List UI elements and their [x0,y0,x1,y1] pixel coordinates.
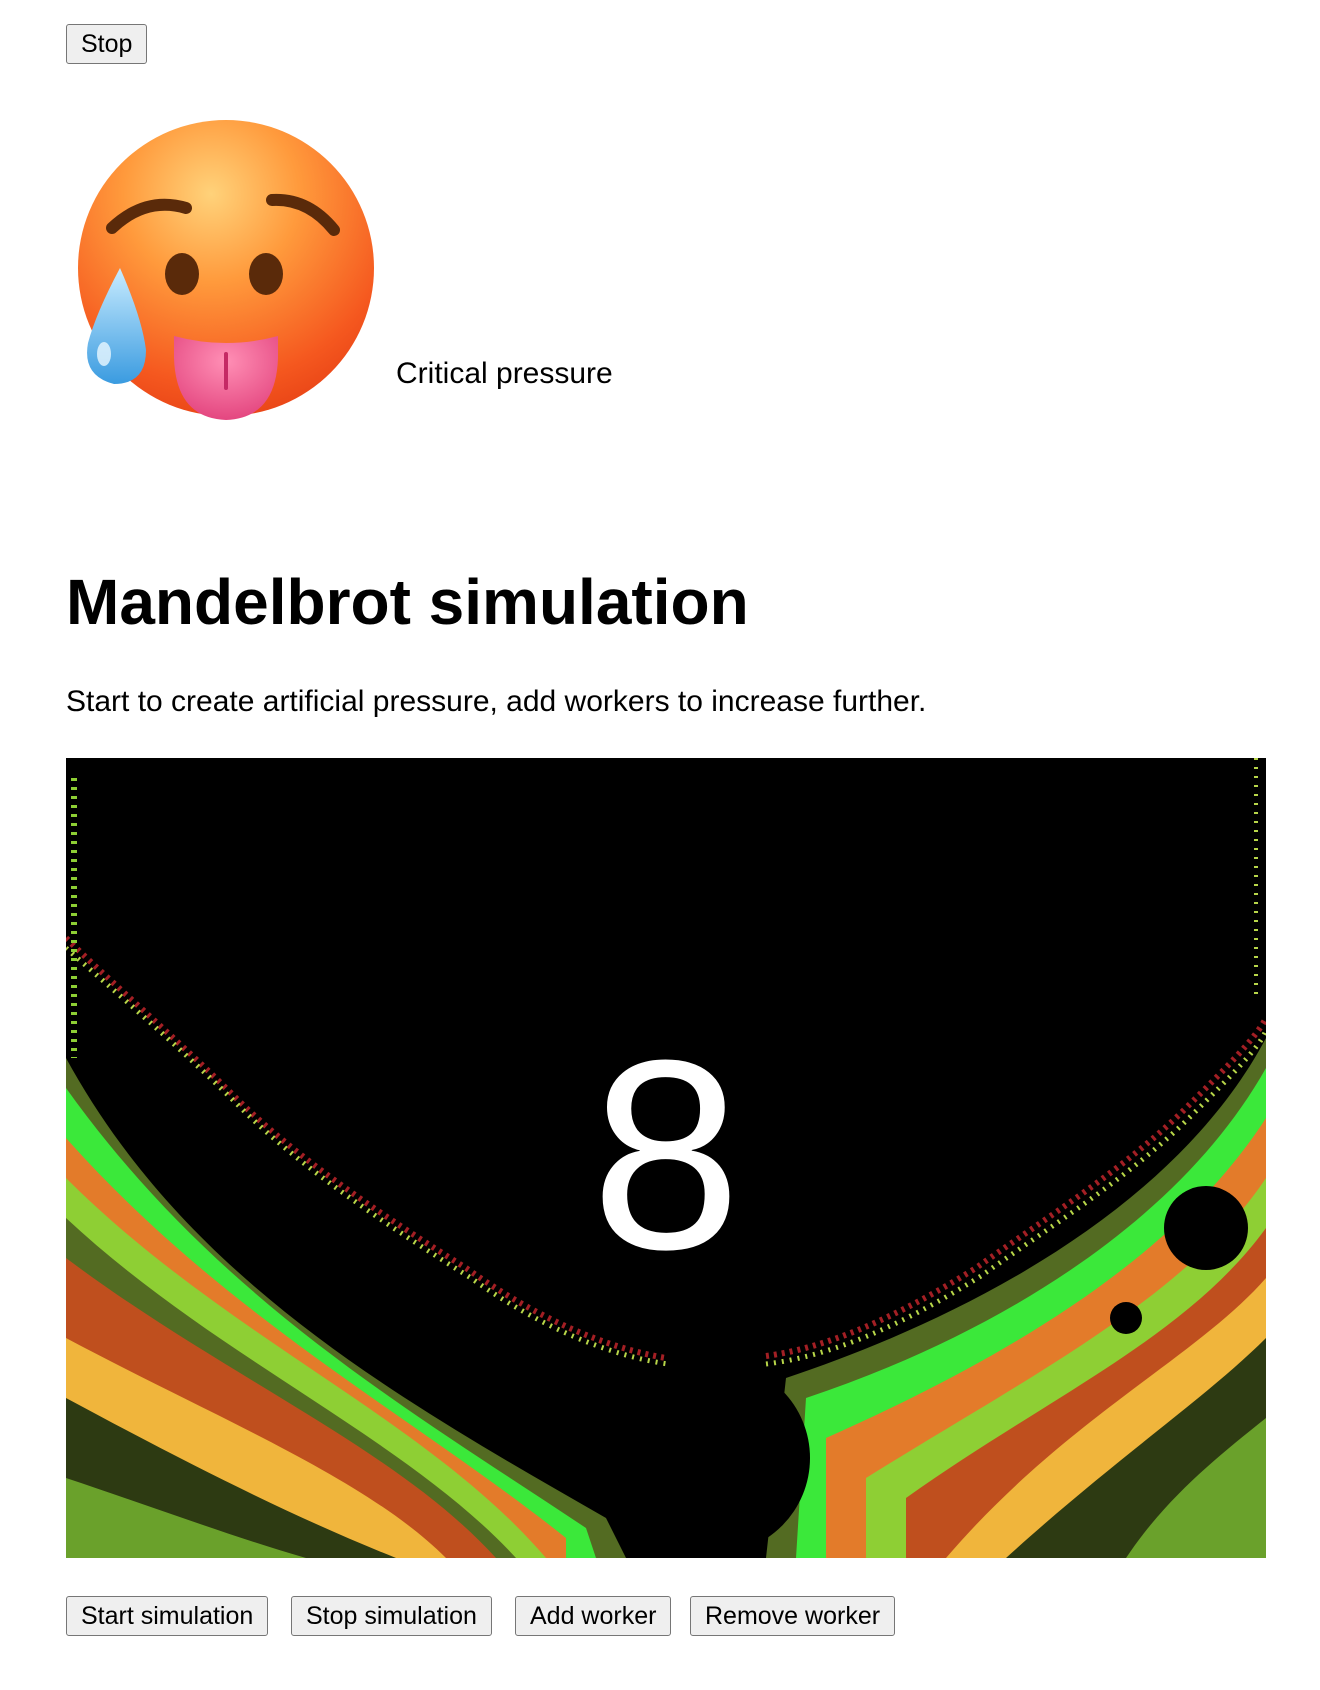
page-title: Mandelbrot simulation [66,566,749,638]
mandelbrot-canvas: 8 [66,758,1266,1558]
page-description: Start to create artificial pressure, add… [66,685,927,718]
stop-button[interactable]: Stop [66,24,148,64]
add-worker-button[interactable]: Add worker [515,1596,672,1636]
pressure-status-label: Critical pressure [396,357,613,390]
start-simulation-button[interactable]: Start simulation [66,1596,269,1636]
stop-simulation-button[interactable]: Stop simulation [291,1596,492,1636]
remove-worker-button[interactable]: Remove worker [690,1596,896,1636]
hot-face-icon [78,120,374,420]
worker-counter: 8 [590,1005,742,1306]
